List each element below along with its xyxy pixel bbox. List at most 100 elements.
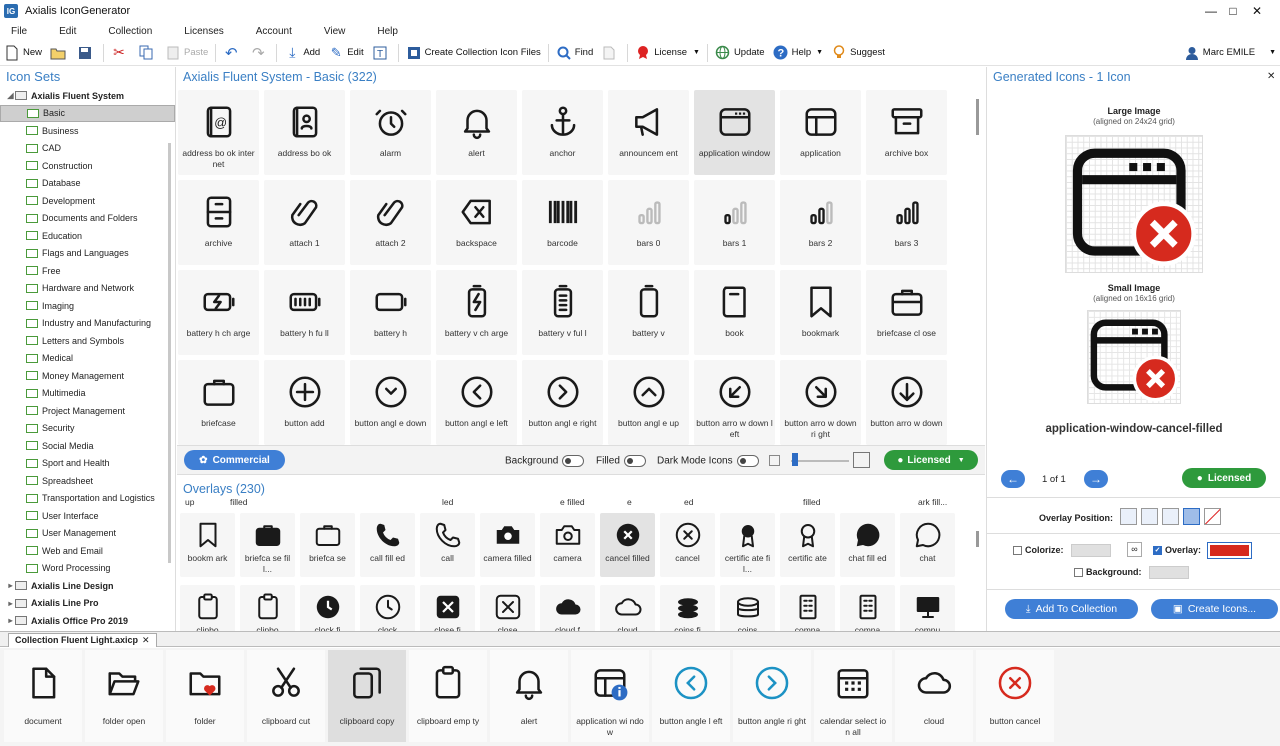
icon-cell[interactable]: briefcase (178, 360, 259, 445)
icon-cell[interactable]: battery v ful l (522, 270, 603, 355)
tree-item[interactable]: Word Processing (0, 560, 175, 578)
collection-icon-cell[interactable]: clipboard cut (247, 650, 325, 742)
tree-set-line-design[interactable]: ▸ Axialis Line Design (0, 577, 175, 595)
overlay-cell[interactable]: certific ate (780, 513, 835, 577)
overlay-cell[interactable]: chat fill ed (840, 513, 895, 577)
user-dropdown-icon[interactable]: ▼ (1269, 49, 1276, 56)
licensed-button[interactable]: ● Licensed (1182, 468, 1266, 488)
background-toggle[interactable]: Background (505, 455, 585, 467)
overlay-color-swatch[interactable] (1207, 542, 1252, 559)
overlay-cell[interactable]: coins (720, 585, 775, 631)
icon-cell[interactable]: archive box (866, 90, 947, 175)
overlay-cell[interactable]: certific ate fil... (720, 513, 775, 577)
collection-icon-cell[interactable]: application wi ndow (571, 650, 649, 742)
icon-cell[interactable]: anchor (522, 90, 603, 175)
overlay-cell[interactable]: compa (840, 585, 895, 631)
colorize-checkbox[interactable]: Colorize: (1013, 545, 1064, 556)
tree-item[interactable]: Education (0, 227, 175, 245)
icon-cell[interactable]: application (780, 90, 861, 175)
checkbox-checked-icon[interactable]: ✓ (1153, 546, 1162, 556)
icon-cell[interactable]: archive (178, 180, 259, 265)
icon-cell[interactable]: battery h fu ll (264, 270, 345, 355)
overlay-cell[interactable]: close (480, 585, 535, 631)
background-switch[interactable] (562, 455, 585, 467)
tree-item[interactable]: Documents and Folders (0, 210, 175, 228)
panel-close-icon[interactable]: ✕ (1267, 71, 1275, 82)
icon-cell[interactable]: battery v (608, 270, 689, 355)
tree-item[interactable]: Hardware and Network (0, 280, 175, 298)
tree-item[interactable]: Multimedia (0, 385, 175, 403)
collection-tab[interactable]: Collection Fluent Light.axicp ✕ (8, 633, 157, 647)
overlay-cell[interactable]: cancel filled (600, 513, 655, 577)
colorize-color-swatch[interactable] (1071, 544, 1111, 557)
overlay-cell[interactable]: bookm ark (180, 513, 235, 577)
icon-cell[interactable]: button arro w down ri ght (780, 360, 861, 445)
icon-cell[interactable]: barcode (522, 180, 603, 265)
size-slider[interactable] (791, 460, 849, 462)
background-checkbox[interactable]: Background: (1074, 567, 1142, 578)
overlay-pos-bottom-right[interactable] (1183, 508, 1200, 525)
collection-icon-cell[interactable]: alert (490, 650, 568, 742)
overlay-cell[interactable]: chat (900, 513, 955, 577)
background-color-swatch[interactable] (1149, 566, 1189, 579)
overlay-cell[interactable]: cloud (600, 585, 655, 631)
icon-cell[interactable]: @ address bo ok internet (178, 90, 259, 175)
collection-icon-cell[interactable]: calendar select ion all (814, 650, 892, 742)
dark-mode-switch[interactable] (736, 455, 759, 467)
tree-item[interactable]: Web and Email (0, 542, 175, 560)
menu-file[interactable]: File (11, 26, 27, 37)
overlay-pos-top-left[interactable] (1120, 508, 1137, 525)
icon-cell[interactable]: attach 2 (350, 180, 431, 265)
license-dropdown-icon[interactable]: ▼ (693, 49, 700, 56)
tree-item[interactable]: Spreadsheet (0, 472, 175, 490)
tree-item[interactable]: Free (0, 262, 175, 280)
collection-icon-cell[interactable]: folder (166, 650, 244, 742)
icon-cell[interactable]: button arro w down (866, 360, 947, 445)
tree-item[interactable]: Database (0, 175, 175, 193)
tree-set-office-pro[interactable]: ▸ Axialis Office Pro 2019 (0, 612, 175, 630)
overlay-pos-top-right[interactable] (1141, 508, 1158, 525)
filled-toggle[interactable]: Filled (596, 455, 646, 467)
icon-cell[interactable]: book (694, 270, 775, 355)
overlay-cell[interactable]: briefca se (300, 513, 355, 577)
icon-cell[interactable]: battery v ch arge (436, 270, 517, 355)
menu-edit[interactable]: Edit (59, 26, 76, 37)
collection-icon-cell[interactable]: button cancel (976, 650, 1054, 742)
tree-item[interactable]: Imaging (0, 297, 175, 315)
find-button[interactable]: Find (552, 42, 597, 64)
overlay-cell[interactable]: briefca se fill... (240, 513, 295, 577)
overlay-cell[interactable]: clock (360, 585, 415, 631)
add-to-collection-button[interactable]: ⤓ Add To Collection (1005, 599, 1138, 619)
overlay-cell[interactable]: clipbo (180, 585, 235, 631)
overlay-cell[interactable]: camera (540, 513, 595, 577)
icon-cell[interactable]: button angl e left (436, 360, 517, 445)
checkbox-unchecked-icon[interactable] (1013, 546, 1022, 556)
icon-grid-scrollbar[interactable] (976, 99, 979, 135)
collection-icon-cell[interactable]: cloud (895, 650, 973, 742)
icon-cell[interactable]: bars 3 (866, 180, 947, 265)
overlay-checkbox[interactable]: ✓ Overlay: (1153, 545, 1201, 556)
icon-cell[interactable]: button angl e right (522, 360, 603, 445)
update-button[interactable]: Update (711, 42, 769, 64)
find-next-button[interactable] (597, 42, 624, 64)
icon-cell[interactable]: bars 0 (608, 180, 689, 265)
tree-item[interactable]: Basic (0, 104, 175, 122)
user-account[interactable]: Marc EMILE ▼ (1180, 42, 1280, 64)
dark-mode-toggle[interactable]: Dark Mode Icons (657, 455, 759, 467)
tree-set-line-pro[interactable]: ▸ Axialis Line Pro (0, 595, 175, 613)
icon-cell[interactable]: battery h ch arge (178, 270, 259, 355)
overlay-cell[interactable]: call fill ed (360, 513, 415, 577)
paste-button[interactable]: Paste (161, 42, 212, 64)
icon-cell[interactable]: button add (264, 360, 345, 445)
tree-item[interactable]: CAD (0, 140, 175, 158)
icon-cell[interactable]: bars 1 (694, 180, 775, 265)
text-button[interactable]: T (368, 42, 395, 64)
create-collection-button[interactable]: Create Collection Icon Files (402, 42, 545, 64)
icon-cell[interactable]: alarm (350, 90, 431, 175)
overlay-cell[interactable]: compu (900, 585, 955, 631)
tree-root-fluent-system[interactable]: ◢ Axialis Fluent System (0, 87, 175, 105)
overlay-cell[interactable]: clock fi (300, 585, 355, 631)
undo-button[interactable]: ↶ (219, 42, 246, 64)
tree-item[interactable]: Social Media (0, 437, 175, 455)
overlay-cell[interactable]: compa (780, 585, 835, 631)
